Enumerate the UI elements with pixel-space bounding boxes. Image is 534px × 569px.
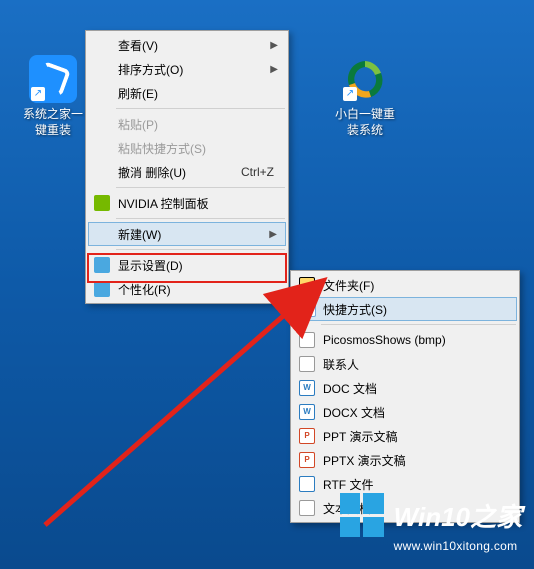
submenu-item-shortcut[interactable]: ↗ 快捷方式(S)	[293, 297, 517, 321]
submenu-item-folder[interactable]: 文件夹(F)	[293, 273, 517, 297]
menu-item-personalize[interactable]: 个性化(R)	[88, 277, 286, 301]
docx-icon: W	[299, 404, 315, 420]
menu-item-label: NVIDIA 控制面板	[118, 195, 209, 212]
rtf-icon	[299, 476, 315, 492]
menu-item-label: PicosmosShows (bmp)	[323, 333, 446, 347]
ppt-icon: P	[299, 428, 315, 444]
menu-item-paste: 粘贴(P)	[88, 112, 286, 136]
chevron-right-icon: ▶	[270, 40, 278, 51]
submenu-item-doc[interactable]: W DOC 文档	[293, 376, 517, 400]
menu-item-label: 文件夹(F)	[323, 277, 374, 294]
shortcut-badge: ↗	[31, 87, 45, 101]
watermark: Win10之家 www.win10xitong.com	[340, 493, 522, 553]
desktop-icon-label: 小白一键重装系统	[330, 107, 400, 138]
menu-item-sort[interactable]: 排序方式(O) ▶	[88, 57, 286, 81]
menu-item-label: 新建(W)	[118, 226, 161, 243]
menu-separator	[116, 218, 285, 219]
submenu-item-ppt[interactable]: P PPT 演示文稿	[293, 424, 517, 448]
watermark-brand: Win10之家	[394, 497, 522, 534]
menu-separator	[116, 108, 285, 109]
menu-item-label: 联系人	[323, 356, 359, 373]
menu-item-display-settings[interactable]: 显示设置(D)	[88, 253, 286, 277]
menu-item-paste-shortcut: 粘贴快捷方式(S)	[88, 136, 286, 160]
shortcut-icon: ↗	[300, 301, 316, 317]
menu-item-label: RTF 文件	[323, 476, 373, 493]
menu-item-label: 撤消 删除(U)	[118, 164, 186, 181]
menu-item-label: 查看(V)	[118, 37, 158, 54]
menu-item-shortcut: Ctrl+Z	[241, 165, 274, 179]
submenu-item-pptx[interactable]: P PPTX 演示文稿	[293, 448, 517, 472]
menu-item-label: 显示设置(D)	[118, 257, 183, 274]
menu-item-label: 粘贴快捷方式(S)	[118, 140, 206, 157]
submenu-item-docx[interactable]: W DOCX 文档	[293, 400, 517, 424]
menu-separator	[116, 187, 285, 188]
doc-icon: W	[299, 380, 315, 396]
menu-item-label: 刷新(E)	[118, 85, 158, 102]
shortcut-badge: ↗	[343, 87, 357, 101]
menu-item-nvidia[interactable]: NVIDIA 控制面板	[88, 191, 286, 215]
menu-item-label: DOC 文档	[323, 380, 377, 397]
menu-item-label: PPT 演示文稿	[323, 428, 397, 445]
menu-item-new[interactable]: 新建(W) ▶	[88, 222, 286, 246]
personalize-icon	[94, 281, 110, 297]
menu-item-label: 快捷方式(S)	[323, 301, 387, 318]
desktop-context-menu: 查看(V) ▶ 排序方式(O) ▶ 刷新(E) 粘贴(P) 粘贴快捷方式(S) 撤消…	[85, 30, 289, 304]
menu-item-undo[interactable]: 撤消 删除(U) Ctrl+Z	[88, 160, 286, 184]
new-submenu: 文件夹(F) ↗快捷方式(S) PicosmosShows (bmp) 联系人 …	[290, 270, 520, 523]
menu-item-label: DOCX 文档	[323, 404, 385, 421]
menu-separator	[321, 324, 516, 325]
watermark-url: www.win10xitong.com	[394, 539, 522, 553]
desktop-icon-xiaobai[interactable]: ↗ 小白一键重装系统	[330, 55, 400, 138]
submenu-item-bmp[interactable]: PicosmosShows (bmp)	[293, 328, 517, 352]
chevron-right-icon: ▶	[269, 229, 277, 240]
app-icon: ↗	[29, 55, 77, 103]
txt-icon	[299, 500, 315, 516]
menu-item-label: 粘贴(P)	[118, 116, 158, 133]
menu-separator	[116, 249, 285, 250]
pptx-icon: P	[299, 452, 315, 468]
menu-item-view[interactable]: 查看(V) ▶	[88, 33, 286, 57]
folder-icon	[299, 277, 315, 293]
menu-item-label: 排序方式(O)	[118, 61, 183, 78]
menu-item-refresh[interactable]: 刷新(E)	[88, 81, 286, 105]
display-icon	[94, 257, 110, 273]
nvidia-icon	[94, 195, 110, 211]
menu-item-label: PPTX 演示文稿	[323, 452, 406, 469]
chevron-right-icon: ▶	[270, 64, 278, 75]
submenu-item-contact[interactable]: 联系人	[293, 352, 517, 376]
desktop-icon-xitongzhijia[interactable]: ↗ 系统之家一键重装	[18, 55, 88, 138]
windows-logo-icon	[340, 493, 384, 537]
bmp-icon	[299, 332, 315, 348]
recycle-icon: ↗	[341, 55, 389, 103]
menu-item-label: 个性化(R)	[118, 281, 171, 298]
contact-icon	[299, 356, 315, 372]
desktop-icon-label: 系统之家一键重装	[18, 107, 88, 138]
